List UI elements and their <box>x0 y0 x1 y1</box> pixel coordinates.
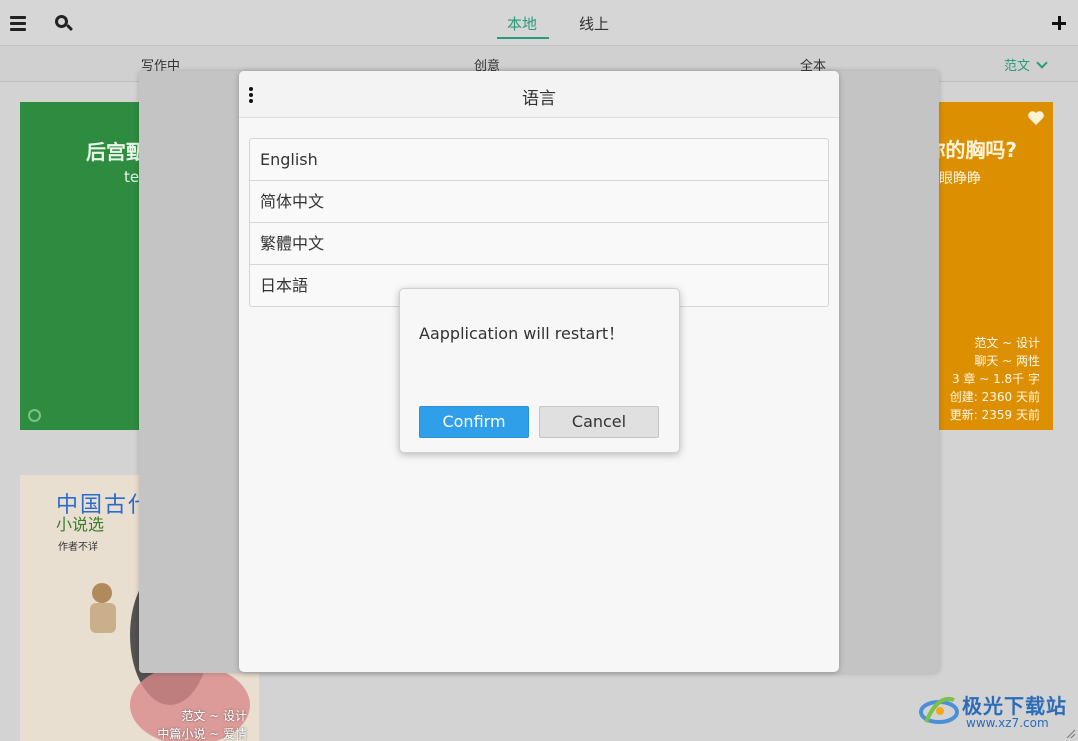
category-dropdown-label: 范文 <box>1004 59 1031 74</box>
book-subtitle: 眼睁睁 <box>939 171 981 187</box>
watermark-logo-icon <box>919 697 959 724</box>
language-option-simplified-chinese[interactable]: 简体中文 <box>250 181 828 223</box>
dialog-title: 语言 <box>522 89 556 109</box>
book-meta-tags: 聊天 ~ 两性 <box>974 354 1040 368</box>
cancel-button[interactable]: Cancel <box>539 406 659 438</box>
menu-icon[interactable] <box>8 12 30 34</box>
watermark: 极光下载站 www.xz7.com <box>918 690 1070 734</box>
search-icon[interactable] <box>53 12 75 34</box>
book-meta-length: 3 章 ~ 1.8千 字 <box>951 372 1040 386</box>
tab-local[interactable]: 本地 <box>507 13 537 34</box>
book-meta-category: 范文 ~ 设计 <box>181 709 247 723</box>
language-option-english[interactable]: English <box>250 139 828 181</box>
book-subtitle: te <box>124 168 140 186</box>
resize-grip-icon[interactable] <box>1066 729 1076 739</box>
alert-message: Aapplication will restart！ <box>419 324 625 343</box>
chevron-down-icon <box>1036 57 1048 69</box>
confirm-button[interactable]: Confirm <box>419 406 529 438</box>
book-title: 你的胸吗? <box>925 138 1017 162</box>
tab-online[interactable]: 线上 <box>579 13 609 34</box>
restart-alert: Aapplication will restart！ Confirm Cance… <box>399 288 680 453</box>
heart-icon[interactable] <box>1027 110 1045 126</box>
category-dropdown[interactable]: 范文 <box>1004 55 1048 74</box>
history-icon <box>28 409 41 422</box>
language-list: English 简体中文 繁體中文 日本語 <box>249 138 829 307</box>
dialog-header: 语言 <box>239 71 839 118</box>
top-bar: 本地 线上 <box>0 0 1078 46</box>
book-meta-category: 范文 ~ 设计 <box>974 336 1040 350</box>
watermark-text: 极光下载站 <box>962 694 1067 718</box>
book-meta-created: 创建: 2360 天前 <box>949 390 1040 404</box>
plus-icon[interactable] <box>1048 12 1070 34</box>
language-option-traditional-chinese[interactable]: 繁體中文 <box>250 223 828 265</box>
active-tab-indicator <box>497 37 549 39</box>
watermark-url: www.xz7.com <box>966 716 1049 730</box>
book-meta-tags: 中篇小说 ~ 爱情 <box>157 727 247 741</box>
poster-subtitle: 小说选 <box>56 515 105 534</box>
book-title: 后宫甄 <box>86 140 146 164</box>
poster-author: 作者不详 <box>58 542 98 553</box>
book-meta-updated: 更新: 2359 天前 <box>949 408 1040 422</box>
